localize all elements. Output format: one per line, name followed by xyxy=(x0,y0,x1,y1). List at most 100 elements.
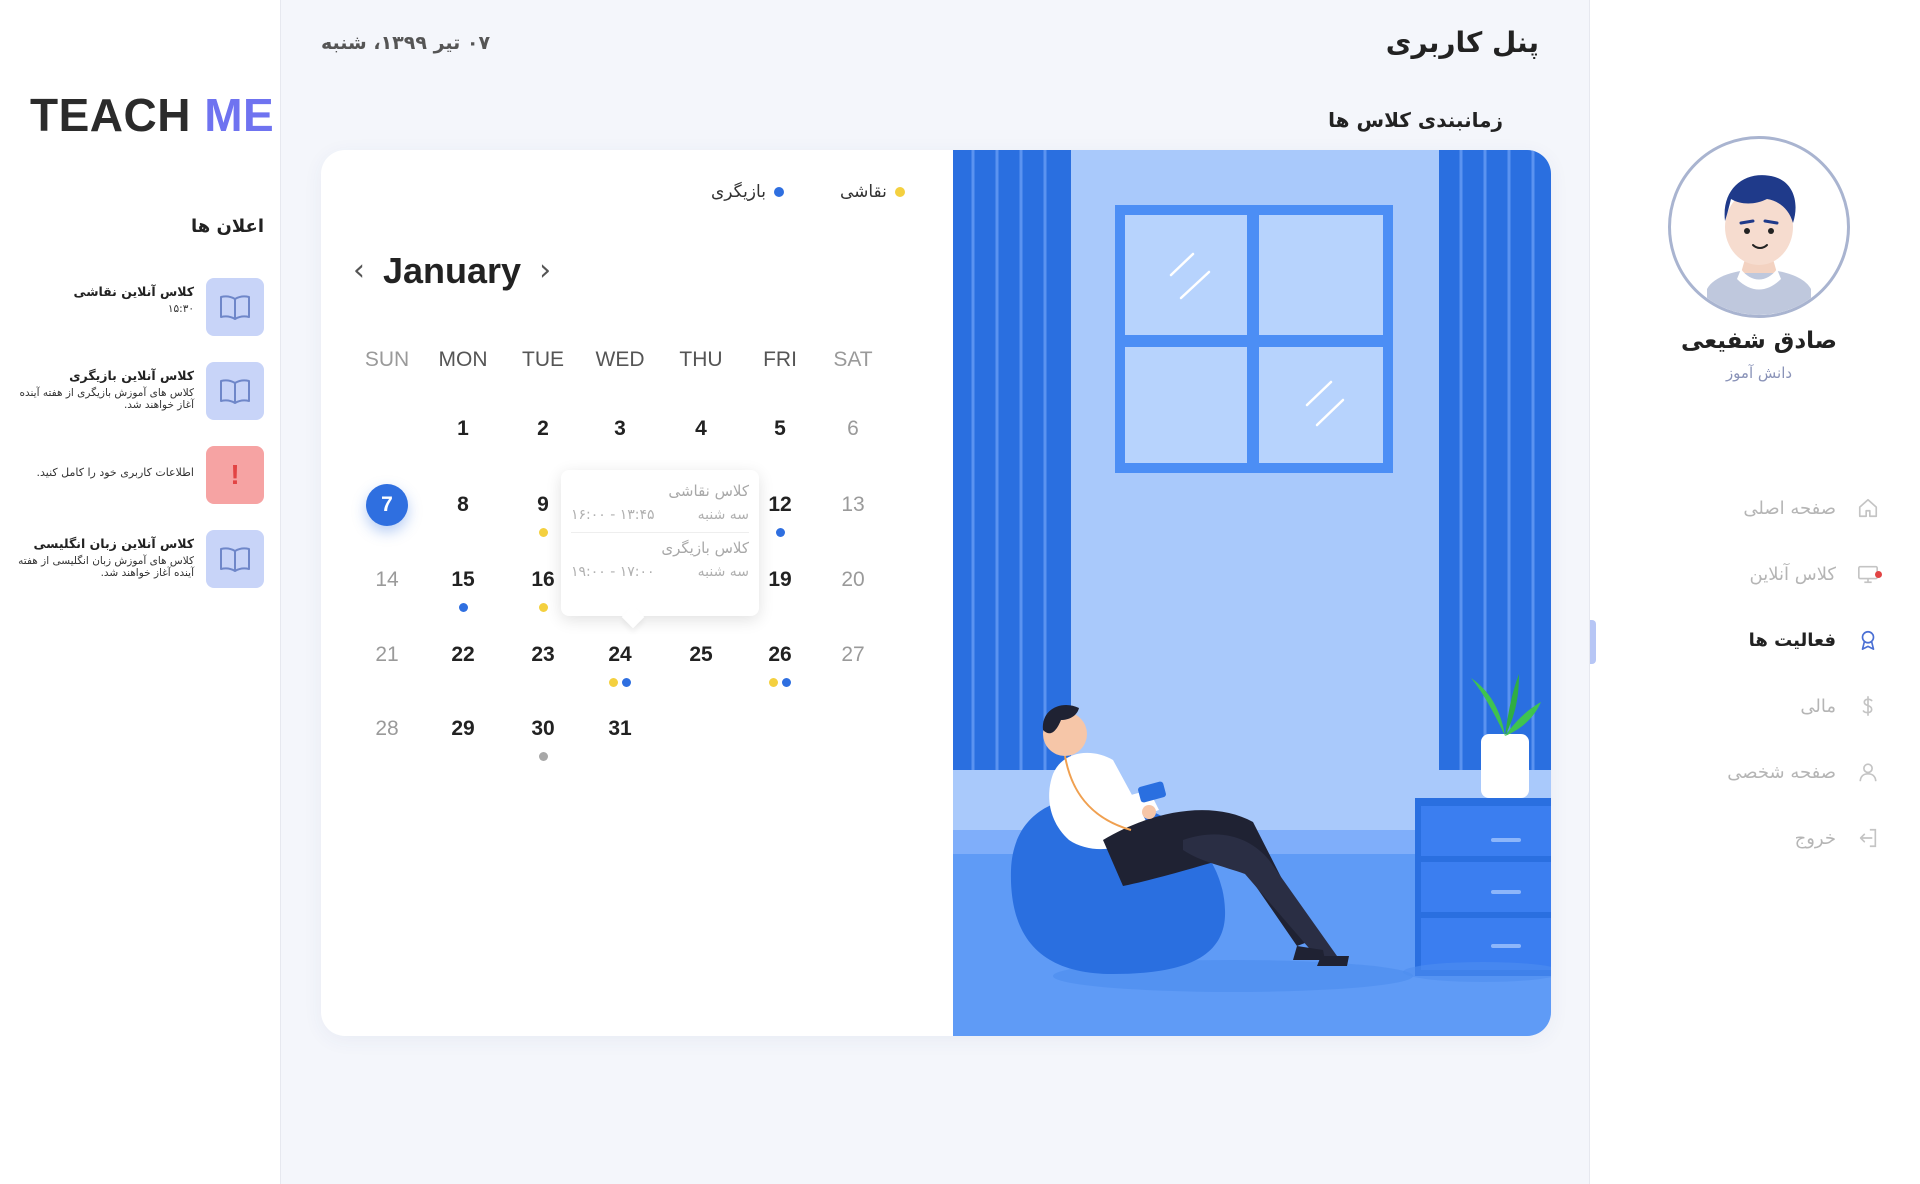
event-dot-grey xyxy=(538,752,548,761)
calendar-day[interactable]: 29 xyxy=(425,708,501,758)
notification-time: ۱۵:۳۰ xyxy=(167,303,194,315)
avatar-illustration xyxy=(1707,175,1811,315)
home-icon xyxy=(1856,496,1880,520)
event-dot-blue xyxy=(622,678,631,687)
event-dot-yellow xyxy=(769,678,778,687)
page-title: پنل کاربری xyxy=(1385,26,1539,59)
nav-item-profile[interactable]: صفحه شخصی xyxy=(1640,752,1880,792)
user-icon xyxy=(1856,760,1880,784)
notification-item[interactable]: ! اطلاعات کاربری خود را کامل کنید. xyxy=(24,446,264,504)
calendar-day[interactable]: 15 xyxy=(425,559,501,612)
active-nav-indicator xyxy=(1590,620,1596,664)
book-icon xyxy=(206,530,264,588)
logo-me: ME xyxy=(204,89,275,141)
calendar-day[interactable]: 20 xyxy=(815,559,891,609)
calendar-day[interactable]: 28 xyxy=(349,708,425,758)
nav-label: فعالیت ها xyxy=(1748,629,1836,651)
nav-label: صفحه شخصی xyxy=(1727,761,1836,783)
day-number: 7 xyxy=(366,484,408,526)
calendar-day[interactable]: 26 xyxy=(742,634,818,687)
tooltip-event-day: سه شنبه xyxy=(697,507,749,523)
calendar-day[interactable]: 27 xyxy=(815,634,891,684)
calendar-day[interactable]: 22 xyxy=(425,634,501,684)
main-panel: پنل کاربری ۰۷ تیر ۱۳۹۹، شنبه زمانبندی کل… xyxy=(280,0,1590,1184)
day-number: 12 xyxy=(768,493,792,516)
alert-icon: ! xyxy=(206,446,264,504)
legend-label: نقاشی xyxy=(839,182,887,202)
day-number: 30 xyxy=(531,717,555,740)
legend-item-painting: نقاشی xyxy=(840,182,905,202)
nav-item-logout[interactable]: خروج xyxy=(1640,818,1880,858)
chevron-left-icon[interactable]: ‹ xyxy=(353,256,365,286)
notification-title: کلاس آنلاین بازیگری xyxy=(69,368,194,383)
calendar-day[interactable]: 7 xyxy=(349,484,425,534)
day-number: 3 xyxy=(614,417,626,440)
calendar-day[interactable]: 24 xyxy=(582,634,658,687)
event-tooltip: کلاس نقاشی سه شنبه ۱۳:۴۵ - ۱۶:۰۰ کلاس با… xyxy=(561,470,759,616)
notifications-title: اعلان ها xyxy=(190,216,264,237)
book-icon xyxy=(206,278,264,336)
calendar-day[interactable]: 23 xyxy=(505,634,581,684)
calendar-day[interactable]: 6 xyxy=(815,408,891,458)
calendar-legend: نقاشی بازیگری xyxy=(711,182,905,202)
day-number: 1 xyxy=(457,417,469,440)
nav-item-finance[interactable]: مالی xyxy=(1640,686,1880,726)
calendar-day[interactable]: 1 xyxy=(425,408,501,458)
notification-badge xyxy=(1875,570,1882,578)
illustration-person-reading xyxy=(953,150,1551,1036)
notification-item[interactable]: کلاس آنلاین زبان انگلیسی کلاس های آموزش … xyxy=(18,530,264,588)
tooltip-event: کلاس نقاشی سه شنبه ۱۳:۴۵ - ۱۶:۰۰ xyxy=(571,476,749,532)
logo: TEACH ME xyxy=(30,88,274,142)
section-title: زمانبندی کلاس ها xyxy=(1328,108,1503,132)
day-number: 21 xyxy=(375,643,399,666)
weekday-sat: SAT xyxy=(833,348,873,371)
event-dots xyxy=(582,678,658,687)
day-number: 4 xyxy=(695,417,707,440)
notification-title: کلاس آنلاین زبان انگلیسی xyxy=(33,536,194,551)
nav-label: مالی xyxy=(1800,695,1836,717)
notification-title: کلاس آنلاین نقاشی xyxy=(73,284,194,299)
event-dot-yellow xyxy=(609,678,618,687)
user-role: دانش آموز xyxy=(1725,364,1793,382)
calendar-day[interactable]: 8 xyxy=(425,484,501,534)
nav-label: کلاس آنلاین xyxy=(1749,563,1836,585)
event-dot-yellow xyxy=(538,603,548,612)
event-dots xyxy=(425,603,501,612)
avatar[interactable] xyxy=(1668,136,1850,318)
calendar-day[interactable]: 2 xyxy=(505,408,581,458)
tooltip-event-time: ۱۷:۰۰ - ۱۹:۰۰ xyxy=(571,564,655,580)
day-number: 13 xyxy=(841,493,865,516)
day-number: 6 xyxy=(847,417,859,440)
logout-icon xyxy=(1856,826,1880,850)
day-number: 31 xyxy=(608,717,632,740)
day-number: 9 xyxy=(537,493,549,516)
notification-item[interactable]: کلاس آنلاین بازیگری کلاس های آموزش بازیگ… xyxy=(20,362,264,420)
day-number: 28 xyxy=(375,717,399,740)
legend-item-acting: بازیگری xyxy=(711,182,784,202)
weekday-fri: FRI xyxy=(763,348,797,371)
calendar-header: ‹ January › xyxy=(353,250,551,292)
calendar-day[interactable]: 30 xyxy=(505,708,581,761)
nav-item-home[interactable]: صفحه اصلی xyxy=(1640,488,1880,528)
event-dot-blue xyxy=(775,528,785,537)
calendar-day[interactable]: 31 xyxy=(582,708,658,758)
calendar-day[interactable]: 13 xyxy=(815,484,891,534)
nav-item-activities[interactable]: فعالیت ها xyxy=(1640,620,1880,660)
calendar-day[interactable]: 4 xyxy=(663,408,739,458)
notification-body: اطلاعات کاربری خود را کامل کنید. xyxy=(36,466,194,479)
day-number: 22 xyxy=(451,643,475,666)
calendar-day[interactable]: 14 xyxy=(349,559,425,609)
calendar-day[interactable]: 3 xyxy=(582,408,658,458)
tooltip-event-title: کلاس بازیگری xyxy=(661,539,749,557)
calendar-day[interactable]: 25 xyxy=(663,634,739,684)
chevron-right-icon[interactable]: › xyxy=(539,256,551,286)
event-dots xyxy=(742,678,818,687)
day-number: 15 xyxy=(451,568,475,591)
calendar-day[interactable]: 5 xyxy=(742,408,818,458)
legend-dot xyxy=(894,187,905,197)
nav-item-online-class[interactable]: کلاس آنلاین xyxy=(1640,554,1882,594)
weekday-thu: THU xyxy=(679,348,723,371)
calendar-day[interactable]: 21 xyxy=(349,634,425,684)
day-number: 27 xyxy=(841,643,865,666)
notification-item[interactable]: کلاس آنلاین نقاشی ۱۵:۳۰ xyxy=(24,278,264,336)
